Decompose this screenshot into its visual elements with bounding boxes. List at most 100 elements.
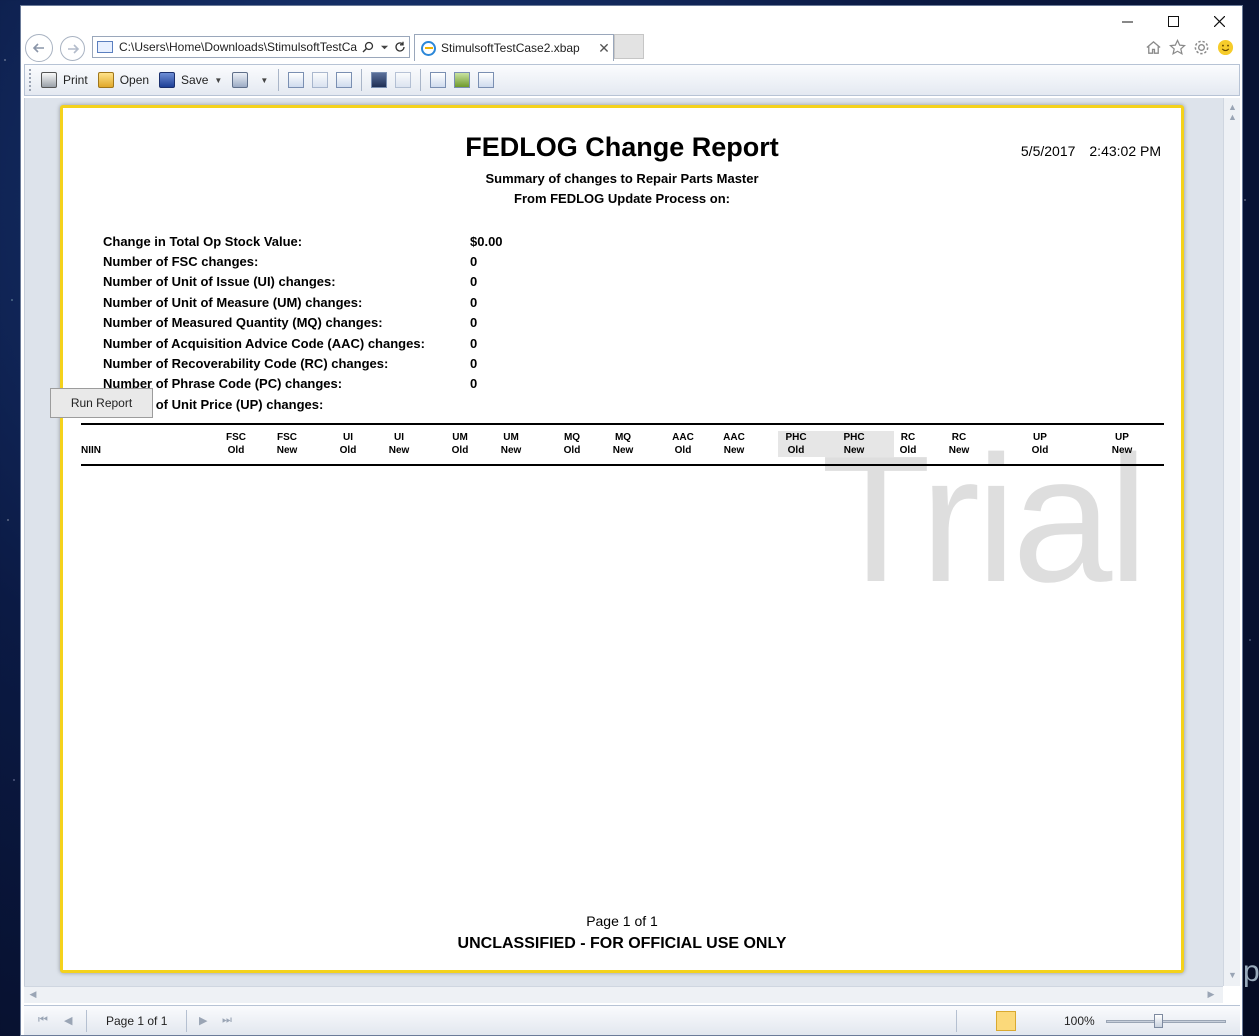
column-header: FSC New (272, 431, 302, 457)
column-header: MQ Old (557, 431, 587, 457)
next-page-icon[interactable]: ▶ (199, 1014, 211, 1027)
navigation-bar: C:\Users\Home\Downloads\StimulsoftTestCa… (21, 32, 1242, 64)
new-tab-button[interactable] (614, 34, 644, 59)
send-dropdown-icon[interactable]: ▼ (260, 76, 268, 85)
settings-gear-icon[interactable] (1192, 38, 1210, 56)
forward-button[interactable] (60, 36, 85, 61)
search-icon[interactable] (361, 40, 375, 54)
open-label: Open (119, 73, 150, 87)
stat-row: Number of FSC changes: 0 (103, 251, 503, 271)
page-icon (97, 41, 113, 53)
tab-close-icon[interactable]: ✕ (595, 40, 613, 57)
report-title: FEDLOG Change Report (465, 132, 779, 162)
send-email-button[interactable]: ▼ (227, 68, 273, 92)
print-button[interactable]: Print (36, 68, 93, 92)
column-header-bottom: Old (563, 445, 581, 456)
report-subtitle-process: From FEDLOG Update Process on: (514, 191, 730, 206)
report-time: 2:43:02 PM (1089, 143, 1161, 159)
stat-label: Change in Total Op Stock Value: (103, 233, 303, 249)
maximize-icon (1167, 15, 1179, 27)
stat-value: 0 (470, 335, 478, 351)
open-button[interactable]: Open (93, 68, 154, 92)
save-dropdown-icon[interactable]: ▼ (214, 76, 222, 85)
horizontal-scrollbar[interactable]: ◀ ▶ (24, 986, 1223, 1003)
multi-page-view-button[interactable] (1020, 1011, 1040, 1031)
column-header: UM Old (445, 431, 475, 457)
classification-banner: UNCLASSIFIED - FOR OFFICIAL USE ONLY (457, 935, 787, 952)
column-header-top: UP (1115, 432, 1129, 443)
dropdown-arrow-icon[interactable] (377, 40, 391, 54)
editor-icon[interactable] (395, 72, 412, 88)
status-separator (956, 1010, 957, 1032)
column-header-top: RC (951, 432, 967, 443)
column-header-bottom: Old (899, 445, 917, 456)
refresh-icon[interactable] (393, 40, 407, 54)
open-folder-icon (97, 72, 114, 88)
column-header-top: AAC (672, 432, 694, 443)
run-report-button[interactable]: Run Report (50, 388, 153, 418)
browser-tab[interactable]: StimulsoftTestCase2.xbap ✕ (414, 34, 614, 61)
stat-label: Number of Unit of Issue (UI) changes: (103, 274, 336, 290)
stat-label: Number of FSC changes: (103, 254, 259, 270)
column-header: PHC Old (778, 431, 814, 457)
zoom-level: 100% (1064, 1014, 1095, 1028)
column-header-bottom: New (948, 445, 970, 456)
scroll-down-icon[interactable]: ▼ (1227, 970, 1238, 982)
stat-value: 0 (470, 376, 478, 392)
zoom-slider-thumb[interactable] (1154, 1014, 1163, 1028)
page-view-icon[interactable] (478, 72, 495, 88)
page-footer: Page 1 of 1 (586, 913, 658, 929)
column-header-top: UI (394, 432, 404, 443)
address-text: C:\Users\Home\Downloads\StimulsoftTestCa (119, 40, 358, 54)
column-header-top: UM (503, 432, 519, 443)
stat-row: Number of Recoverability Code (RC) chang… (103, 353, 503, 373)
status-separator (86, 1010, 87, 1032)
stat-label: Number of Recoverability Code (RC) chang… (103, 356, 389, 372)
continuous-view-button[interactable] (996, 1011, 1016, 1031)
save-disk-icon (159, 72, 176, 88)
browser-window: C:\Users\Home\Downloads\StimulsoftTestCa… (20, 5, 1243, 1036)
column-header: RC Old (893, 431, 923, 457)
forward-arrow-icon (67, 43, 79, 54)
column-header: AAC New (718, 431, 750, 457)
stat-value: $0.00 (470, 233, 503, 249)
stat-label: Number of Phrase Code (PC) changes: (103, 376, 343, 392)
stat-value: 0 (470, 274, 478, 290)
home-icon[interactable] (1144, 38, 1162, 56)
column-header: UM New (496, 431, 526, 457)
scroll-left-icon[interactable]: ◀ (27, 989, 39, 1001)
changes-table-header: NIIN FSC Old FSC New UI Old UI New UM Old UM N… (81, 423, 1164, 466)
parameters-icon[interactable] (312, 72, 329, 88)
favorites-star-icon[interactable] (1168, 38, 1186, 56)
stat-label: Number of Measured Quantity (MQ) changes… (103, 315, 383, 331)
report-subtitle: Summary of changes to Repair Parts Maste… (485, 171, 759, 186)
tab-title: StimulsoftTestCase2.xbap (441, 41, 580, 55)
report-datetime: 5/5/2017 2:43:02 PM (1021, 143, 1161, 159)
column-header-bottom: New (388, 445, 410, 456)
scroll-up-icon[interactable]: ▲ (1227, 112, 1238, 124)
last-page-icon[interactable]: ⏭ (222, 1014, 234, 1026)
save-button[interactable]: Save ▼ (154, 68, 227, 92)
bookmarks-icon[interactable] (288, 72, 305, 88)
column-header-top: UI (343, 432, 353, 443)
column-header-bottom: Old (227, 445, 245, 456)
full-screen-icon[interactable] (430, 72, 447, 88)
first-page-icon[interactable]: ⏮ (38, 1014, 50, 1026)
scroll-right-icon[interactable]: ▶ (1205, 989, 1217, 1001)
column-header-bottom: Old (787, 445, 805, 456)
feedback-smiley-icon[interactable] (1216, 38, 1234, 56)
single-page-view-button[interactable] (972, 1011, 992, 1031)
address-bar[interactable]: C:\Users\Home\Downloads\StimulsoftTestCa (92, 36, 410, 58)
column-header-top: UM (452, 432, 468, 443)
vertical-scrollbar[interactable]: ▲ ▲ ▼ (1223, 98, 1240, 986)
find-binoculars-icon[interactable] (371, 72, 388, 88)
thumbnails-icon[interactable] (336, 72, 353, 88)
zoom-slider-track[interactable] (1106, 1020, 1226, 1023)
back-button[interactable] (25, 34, 53, 62)
page-design-icon[interactable] (454, 72, 471, 88)
previous-page-icon[interactable]: ◀ (64, 1014, 76, 1027)
stat-label: Number of Unit of Measure (UM) changes: (103, 294, 363, 310)
column-header-top: MQ (563, 432, 581, 443)
stat-label: Number of Acquisition Advice Code (AAC) … (103, 335, 425, 351)
stat-value: 0 (470, 294, 478, 310)
